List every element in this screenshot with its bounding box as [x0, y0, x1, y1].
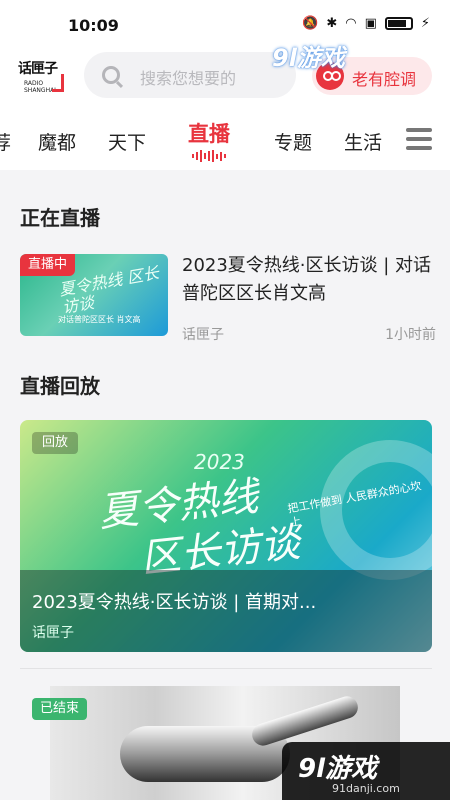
mute-icon: 🔕: [302, 16, 319, 31]
search-input[interactable]: 搜索您想要的: [84, 52, 296, 98]
listen-label: 老有腔调: [352, 70, 417, 89]
tab-world[interactable]: 天下: [108, 128, 146, 155]
live-time: 1小时前: [385, 327, 436, 343]
tab-recommend[interactable]: 荐: [0, 128, 11, 155]
live-title[interactable]: 2023夏令热线·区长访谈 | 对话普陀区区长肖文高: [182, 252, 436, 308]
status-bar: 10:09 🔕 ✱ ◠ ▣ ⚡: [0, 0, 450, 48]
ended-badge: 已结束: [32, 698, 88, 720]
bluetooth-icon: ✱: [326, 16, 338, 31]
watermark-bottom: 9l游戏 91danji.com: [282, 742, 450, 800]
section-title-replay: 直播回放: [20, 374, 100, 398]
divider: [20, 668, 432, 669]
section-title-live: 正在直播: [20, 206, 100, 230]
app-logo[interactable]: 话匣子 RADIO SHANGHAI: [18, 56, 66, 104]
replay-card[interactable]: 2023 夏令热线 区长访谈 把工作做到 人民群众的心坎上 回放 2023夏令热…: [20, 420, 432, 652]
replay-source: 话匣子: [32, 625, 74, 641]
charging-icon: ⚡: [420, 16, 430, 31]
battery-icon: [384, 17, 413, 30]
tab-modu[interactable]: 魔都: [38, 128, 76, 155]
faucet-lever-image: [249, 693, 361, 749]
search-placeholder: 搜索您想要的: [140, 69, 237, 88]
search-icon: [102, 66, 120, 84]
watermark-sub: 91danji.com: [332, 782, 400, 795]
tab-topics[interactable]: 专题: [274, 128, 312, 155]
sim-icon: ▣: [364, 16, 377, 31]
watermark-top: 9l游戏: [272, 44, 345, 72]
status-time: 10:09: [68, 16, 119, 35]
live-source: 话匣子: [182, 327, 224, 343]
live-thumbnail[interactable]: 夏令热线 区长访谈 对话普陀区区长 肖文高 直播中: [20, 254, 168, 336]
wifi-icon: ◠: [345, 16, 357, 31]
replay-badge: 回放: [32, 432, 79, 454]
watermark-main: 9l游戏: [298, 754, 378, 784]
live-thumb-caption: 对话普陀区区长 肖文高: [58, 315, 141, 324]
tab-live[interactable]: 直播: [188, 118, 230, 148]
sound-wave-icon: [192, 150, 228, 162]
tab-life[interactable]: 生活: [344, 128, 382, 155]
live-badge: 直播中: [20, 254, 76, 276]
menu-icon[interactable]: [406, 128, 432, 152]
status-icons: 🔕 ✱ ◠ ▣ ⚡: [302, 16, 430, 31]
category-tabs: 荐 魔都 天下 直播 专题 生活: [0, 108, 450, 170]
logo-mark-icon: [52, 74, 64, 92]
replay-overlay: 2023夏令热线·区长访谈 | 首期对... 话匣子: [20, 570, 432, 652]
app-header: 话匣子 RADIO SHANGHAI 搜索您想要的 老有腔调: [0, 48, 450, 108]
replay-title[interactable]: 2023夏令热线·区长访谈 | 首期对...: [32, 588, 316, 614]
